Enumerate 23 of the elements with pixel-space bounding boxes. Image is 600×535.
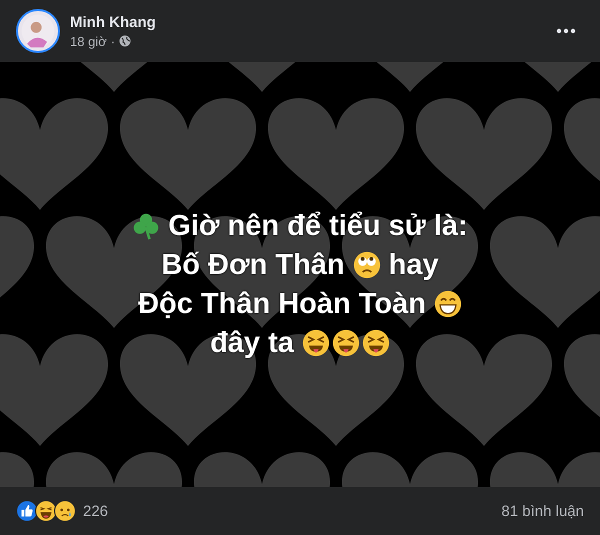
reaction-count[interactable]: 226	[83, 502, 502, 520]
post-text: Giờ nên để tiểu sử là:	[168, 210, 468, 242]
like-reaction-icon[interactable]	[16, 500, 38, 522]
author-name[interactable]: Minh Khang	[70, 14, 538, 30]
squinting-tongue-emoji-icon	[302, 329, 330, 357]
laughing-reaction-icon[interactable]	[35, 500, 57, 522]
post-text: đây ta	[210, 326, 294, 360]
post-text: Độc Thân Hoàn Toàn	[138, 288, 426, 320]
comment-count[interactable]: 81 bình luận	[501, 502, 584, 520]
separator: ·	[110, 34, 116, 48]
post-text: hay	[388, 248, 439, 282]
grinning-emoji-icon	[434, 290, 462, 318]
eye-roll-emoji-icon	[352, 251, 381, 279]
post-time[interactable]: 18 giờ	[70, 34, 107, 48]
clover-icon	[132, 212, 160, 240]
heart-shape	[0, 452, 34, 487]
more-icon	[556, 28, 576, 34]
globe-icon	[119, 35, 132, 47]
squinting-tongue-emoji-icon	[362, 329, 390, 357]
avatar[interactable]	[16, 9, 60, 53]
squinting-tongue-emoji-icon	[332, 329, 360, 357]
sad-reaction-icon[interactable]	[54, 500, 76, 522]
post-text: Bố Đơn Thân	[161, 248, 345, 282]
